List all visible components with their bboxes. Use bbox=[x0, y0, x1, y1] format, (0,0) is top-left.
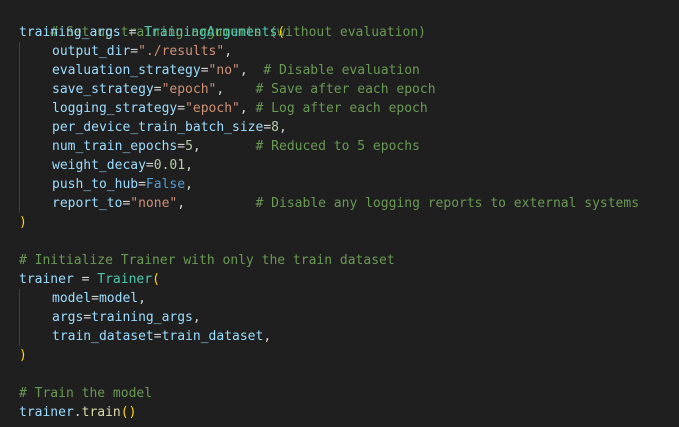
code-operator: = bbox=[130, 44, 139, 59]
code-editor[interactable]: # Set up training arguments (without eva… bbox=[0, 0, 679, 427]
code-line: trainer = Trainer( bbox=[0, 270, 679, 289]
code-bracket: ) bbox=[19, 348, 27, 363]
code-spacing bbox=[185, 196, 255, 211]
code-line: save_strategy="epoch", # Save after each… bbox=[0, 80, 679, 99]
code-line: report_to="none", # Disable any logging … bbox=[0, 194, 679, 213]
code-spacing bbox=[224, 82, 255, 97]
code-line: ) bbox=[0, 346, 679, 365]
code-string: "epoch" bbox=[161, 82, 217, 97]
code-comma: , bbox=[138, 291, 146, 306]
code-line: model=model, bbox=[0, 289, 679, 308]
code-spacing bbox=[248, 101, 256, 116]
code-operator: = bbox=[138, 177, 146, 192]
code-line: # Train the model bbox=[0, 384, 679, 403]
code-spacing bbox=[248, 63, 264, 78]
code-comma: , bbox=[192, 310, 201, 325]
code-comment: # Log after each epoch bbox=[255, 101, 428, 116]
code-bracket: ) bbox=[19, 215, 27, 230]
code-comma: , bbox=[177, 196, 186, 211]
code-operator: = bbox=[200, 63, 209, 78]
code-param-name: logging_strategy bbox=[52, 101, 178, 116]
code-string: "no" bbox=[208, 63, 240, 78]
code-line: output_dir="./results", bbox=[0, 42, 679, 61]
code-keyword: False bbox=[145, 177, 186, 192]
code-operator: = bbox=[153, 82, 162, 97]
code-comma: , bbox=[185, 177, 193, 192]
code-param-name: model bbox=[52, 291, 92, 306]
code-param-name: weight_decay bbox=[52, 158, 146, 173]
code-param-name: evaluation_strategy bbox=[52, 63, 201, 78]
code-param-name: report_to bbox=[52, 196, 123, 211]
code-number: 0.01 bbox=[153, 158, 186, 173]
code-param-name: args bbox=[52, 310, 84, 325]
code-variable: model bbox=[98, 291, 139, 306]
code-comma: , bbox=[263, 329, 272, 344]
code-line: num_train_epochs=5, # Reduced to 5 epoch… bbox=[0, 137, 679, 156]
code-comment: # Disable any logging reports to externa… bbox=[255, 196, 640, 211]
code-string: "./results" bbox=[138, 44, 225, 59]
code-param-name: num_train_epochs bbox=[52, 139, 178, 154]
code-operator: = bbox=[73, 272, 98, 287]
code-comment: # Train the model bbox=[19, 386, 153, 401]
code-bracket: ( bbox=[277, 25, 286, 40]
code-variable: trainer bbox=[19, 272, 74, 287]
code-variable: training_args bbox=[91, 310, 193, 325]
code-string: "none" bbox=[130, 196, 178, 211]
code-operator: = bbox=[177, 101, 186, 116]
code-comma: , bbox=[239, 63, 248, 78]
code-string: "epoch" bbox=[185, 101, 240, 116]
code-class: TrainingArguments bbox=[144, 25, 278, 40]
code-comma: , bbox=[185, 158, 193, 173]
code-comment: # Disable evaluation bbox=[263, 63, 420, 78]
code-comment: # Reduced to 5 epochs bbox=[255, 139, 420, 154]
code-line: per_device_train_batch_size=8, bbox=[0, 118, 679, 137]
code-line: args=training_args, bbox=[0, 308, 679, 327]
code-line: push_to_hub=False, bbox=[0, 175, 679, 194]
code-variable: training_args bbox=[19, 25, 121, 40]
code-variable: train_dataset bbox=[161, 329, 264, 344]
code-comma: , bbox=[192, 139, 201, 154]
code-line: train_dataset=train_dataset, bbox=[0, 327, 679, 346]
code-param-name: per_device_train_batch_size bbox=[52, 120, 264, 135]
code-number: 8 bbox=[271, 120, 279, 135]
code-comma: , bbox=[224, 44, 233, 59]
code-line: trainer.train() bbox=[0, 403, 679, 422]
code-line: evaluation_strategy="no", # Disable eval… bbox=[0, 61, 679, 80]
code-class: Trainer bbox=[97, 272, 153, 287]
code-operator: = bbox=[153, 329, 162, 344]
code-bracket: ( bbox=[152, 272, 160, 287]
code-operator: = bbox=[91, 291, 99, 306]
code-operator: = bbox=[145, 158, 154, 173]
code-bracket: ) bbox=[128, 405, 137, 420]
code-operator: = bbox=[177, 139, 186, 154]
code-line: # Initialize Trainer with only the train… bbox=[0, 251, 679, 270]
code-spacing bbox=[201, 139, 256, 154]
code-line: # Set up training arguments (without eva… bbox=[0, 4, 679, 40]
code-bracket: ( bbox=[120, 405, 129, 420]
code-comment: # Initialize Trainer with only the train… bbox=[19, 253, 395, 268]
code-param-name: output_dir bbox=[52, 44, 131, 59]
code-comma: , bbox=[239, 101, 248, 116]
code-operator: = bbox=[120, 25, 145, 40]
code-comment: # Save after each epoch bbox=[255, 82, 436, 97]
code-line: ) bbox=[0, 213, 679, 232]
code-comma: , bbox=[278, 120, 287, 135]
code-param-name: push_to_hub bbox=[52, 177, 139, 192]
code-dot: . bbox=[73, 405, 82, 420]
code-number: 5 bbox=[185, 139, 193, 154]
code-line: logging_strategy="epoch", # Log after ea… bbox=[0, 99, 679, 118]
code-variable: trainer bbox=[19, 405, 74, 420]
code-param-name: train_dataset bbox=[52, 329, 154, 344]
code-param-name: save_strategy bbox=[52, 82, 154, 97]
code-operator: = bbox=[83, 310, 92, 325]
code-line: weight_decay=0.01, bbox=[0, 156, 679, 175]
code-function: train bbox=[81, 405, 121, 420]
code-operator: = bbox=[263, 120, 272, 135]
code-line: training_args = TrainingArguments( bbox=[0, 23, 679, 42]
